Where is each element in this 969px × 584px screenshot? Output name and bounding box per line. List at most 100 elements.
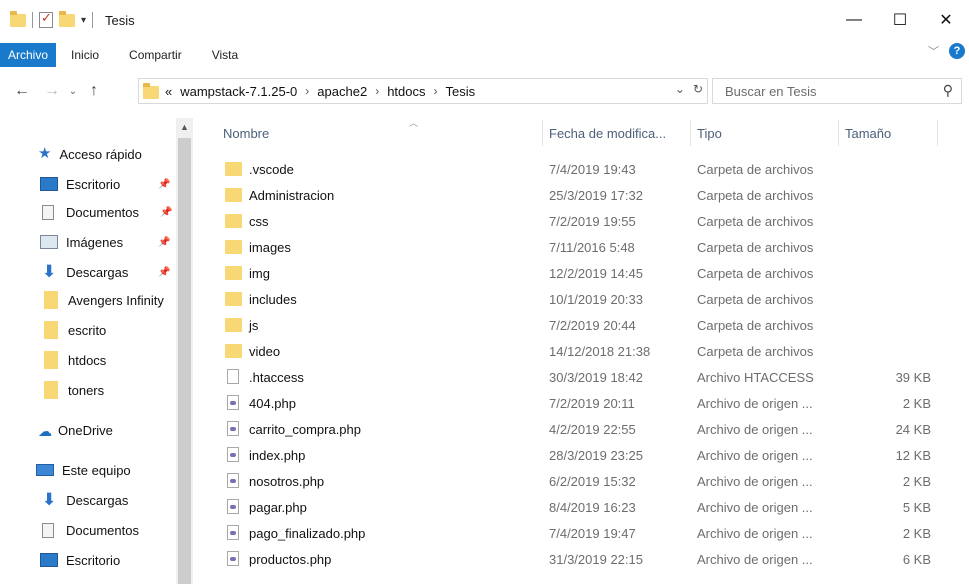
file-list: Nombre ︿ Fecha de modifica... Tipo Tamañ… — [193, 118, 969, 584]
tab-inicio[interactable]: Inicio — [56, 43, 114, 67]
tab-vista[interactable]: Vista — [197, 43, 253, 67]
file-row[interactable]: css 7/2/2019 19:55 Carpeta de archivos — [193, 208, 969, 234]
refresh-icon[interactable]: ↻ — [693, 82, 703, 96]
search-input[interactable] — [725, 83, 925, 99]
close-button[interactable]: ✕ — [923, 0, 969, 40]
file-type: Archivo HTACCESS — [697, 364, 814, 390]
scroll-up-icon[interactable]: ▲ — [180, 122, 189, 132]
file-date-text: 6/2/2019 15:32 — [549, 473, 636, 489]
nav-item-htdocs[interactable]: htdocs — [44, 346, 106, 374]
file-name: includes — [223, 286, 297, 312]
column-header-name[interactable]: Nombre ︿ — [223, 118, 545, 148]
cloud-icon: ☁ — [38, 423, 52, 439]
address-dropdown-icon[interactable]: ⌄ — [675, 82, 685, 96]
file-row[interactable]: includes 10/1/2019 20:33 Carpeta de archiv… — [193, 286, 969, 312]
file-size — [839, 260, 931, 286]
file-type: Carpeta de archivos — [697, 234, 813, 260]
file-name: Administracion — [223, 182, 334, 208]
column-divider[interactable] — [542, 120, 543, 146]
nav-quick-access[interactable]: ★ Acceso rápido — [38, 140, 142, 168]
forward-arrow-icon[interactable]: → — [40, 82, 64, 100]
file-date: 30/3/2019 18:42 — [549, 364, 643, 390]
column-divider[interactable] — [690, 120, 691, 146]
file-type-text: Archivo de origen ... — [697, 473, 813, 489]
recent-locations-chevron-icon[interactable]: ⌄ — [64, 86, 82, 97]
back-arrow-icon[interactable]: ← — [10, 82, 34, 100]
file-row[interactable]: video 14/12/2018 21:38 Carpeta de archivos — [193, 338, 969, 364]
nav-pc-escritorio[interactable]: Escritorio — [40, 546, 120, 574]
navigation-scrollbar[interactable]: ▲ — [176, 118, 193, 584]
tab-compartir[interactable]: Compartir — [114, 43, 197, 67]
breadcrumb-separator[interactable]: › — [434, 84, 438, 98]
minimize-button[interactable]: — — [831, 0, 877, 40]
pin-icon: 📌 — [158, 266, 171, 278]
star-icon: ★ — [38, 145, 52, 162]
column-header-type[interactable]: Tipo — [697, 118, 837, 148]
breadcrumb-separator[interactable]: › — [375, 84, 379, 98]
up-arrow-icon[interactable]: ↑ — [82, 82, 106, 100]
file-type-text: Archivo de origen ... — [697, 551, 813, 567]
file-row[interactable]: carrito_compra.php 4/2/2019 22:55 Archivo … — [193, 416, 969, 442]
file-row[interactable]: img 12/2/2019 14:45 Carpeta de archivos — [193, 260, 969, 286]
nav-pc-descargas[interactable]: ⬇ Descargas — [42, 486, 128, 514]
column-divider[interactable] — [838, 120, 839, 146]
file-name: video — [223, 338, 280, 364]
breadcrumb-separator[interactable]: › — [305, 84, 309, 98]
file-type-text: Carpeta de archivos — [697, 343, 814, 359]
file-date-text: 7/2/2019 20:11 — [549, 395, 635, 411]
download-icon: ⬇ — [42, 490, 57, 509]
file-row[interactable]: productos.php 31/3/2019 22:15 Archivo de o… — [193, 546, 969, 572]
file-row[interactable]: pago_finalizado.php 7/4/2019 19:47 Archivo… — [193, 520, 969, 546]
file-row[interactable]: pagar.php 8/4/2019 16:23 Archivo de origen… — [193, 494, 969, 520]
breadcrumb-htdocs[interactable]: htdocs — [387, 84, 425, 99]
nav-item-avengers-infinity[interactable]: Avengers Infinity — [44, 286, 164, 314]
file-name: .vscode — [223, 156, 294, 182]
nav-item-escrito[interactable]: escrito — [44, 316, 106, 344]
file-type: Carpeta de archivos — [697, 260, 813, 286]
file-type-text: Archivo de origen ... — [697, 447, 813, 463]
column-header-date[interactable]: Fecha de modifica... — [549, 118, 689, 148]
navigation-pane: ★ Acceso rápido Escritorio 📌 Documentos … — [0, 118, 176, 584]
file-type-text: Carpeta de archivos — [697, 291, 814, 307]
file-size: 2 KB — [839, 390, 931, 416]
properties-icon[interactable] — [39, 10, 53, 28]
search-icon[interactable]: ⚲ — [943, 82, 953, 99]
help-icon[interactable]: ? — [949, 43, 965, 59]
column-header-size[interactable]: Tamaño — [845, 118, 937, 148]
scrollbar-thumb[interactable] — [178, 138, 191, 584]
file-row[interactable]: .htaccess 30/3/2019 18:42 Archivo HTACCESS… — [193, 364, 969, 390]
file-type: Carpeta de archivos — [697, 312, 813, 338]
file-row[interactable]: 404.php 7/2/2019 20:11 Archivo de origen .… — [193, 390, 969, 416]
file-type: Archivo de origen ... — [697, 546, 813, 572]
file-row[interactable]: .vscode 7/4/2019 19:43 Carpeta de archivos — [193, 156, 969, 182]
file-size: 24 KB — [839, 416, 931, 442]
nav-onedrive[interactable]: ☁ OneDrive — [38, 416, 113, 444]
file-size: 12 KB — [839, 442, 931, 468]
folder-icon[interactable] — [10, 10, 26, 27]
tab-archivo[interactable]: Archivo — [0, 43, 57, 67]
breadcrumb-wampstack[interactable]: wampstack-7.1.25-0 — [180, 84, 297, 99]
ribbon-controls: ﹀ ? — [928, 43, 965, 59]
breadcrumb-overflow[interactable]: « — [165, 84, 172, 99]
maximize-button[interactable]: ☐ — [877, 0, 923, 40]
expand-ribbon-icon[interactable]: ﹀ — [928, 43, 939, 59]
nav-pc-documentos[interactable]: Documentos — [42, 516, 139, 544]
address-bar[interactable]: « wampstack-7.1.25-0 › apache2 › htdocs … — [138, 78, 708, 104]
breadcrumb-tesis[interactable]: Tesis — [446, 84, 476, 99]
nav-item-toners[interactable]: toners — [44, 376, 104, 404]
customize-toolbar-icon[interactable]: ▾ — [81, 15, 86, 26]
file-date-text: 7/11/2016 5:48 — [549, 239, 635, 255]
breadcrumb-apache2[interactable]: apache2 — [317, 84, 367, 99]
search-box[interactable]: ⚲ — [712, 78, 962, 104]
file-row[interactable]: index.php 28/3/2019 23:25 Archivo de orige… — [193, 442, 969, 468]
column-divider[interactable] — [937, 120, 938, 146]
file-row[interactable]: Administracion 25/3/2019 17:32 Carpeta de … — [193, 182, 969, 208]
file-row[interactable]: js 7/2/2019 20:44 Carpeta de archivos — [193, 312, 969, 338]
file-row[interactable]: nosotros.php 6/2/2019 15:32 Archivo de ori… — [193, 468, 969, 494]
file-type-text: Archivo HTACCESS — [697, 369, 814, 385]
file-size: 6 KB — [839, 546, 931, 572]
file-date: 10/1/2019 20:33 — [549, 286, 643, 312]
file-row[interactable]: images 7/11/2016 5:48 Carpeta de archivos — [193, 234, 969, 260]
nav-this-pc[interactable]: Este equipo — [36, 456, 131, 484]
new-folder-icon[interactable] — [59, 10, 75, 27]
